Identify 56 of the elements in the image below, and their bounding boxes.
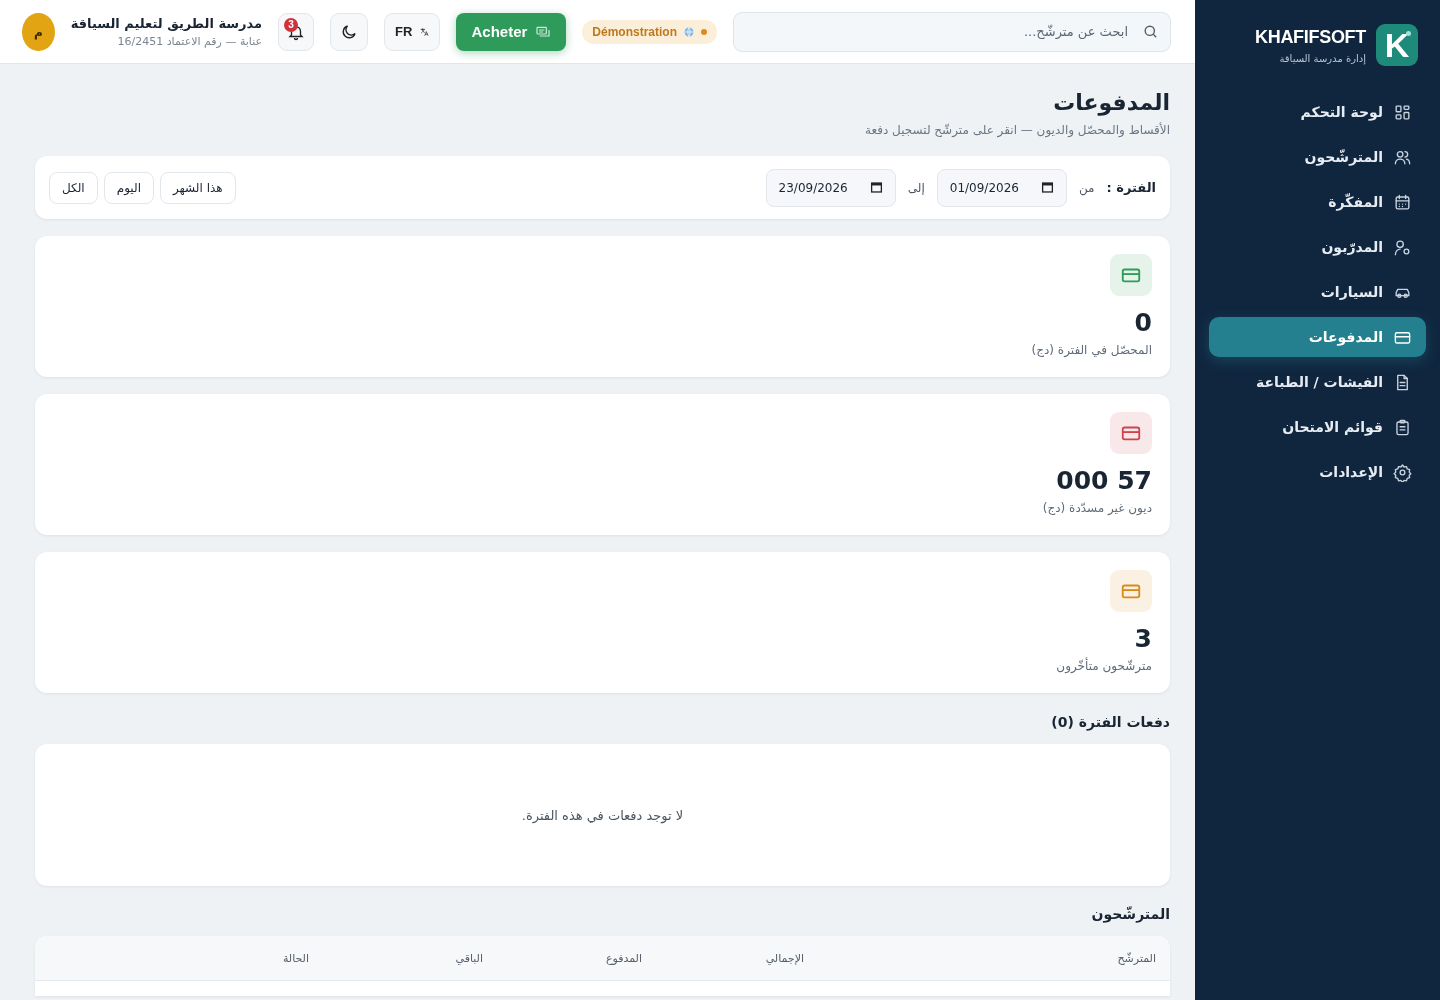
section-title: المترشّحون <box>1090 906 1170 922</box>
notifications-button[interactable]: 3 <box>278 12 315 51</box>
column-header: الباقي <box>454 951 483 965</box>
column-header: المترشّح <box>1116 951 1156 965</box>
to-label: إلى <box>907 180 925 195</box>
section-title: دفعات الفترة (0) <box>1050 714 1170 730</box>
brand-name: KHAFIFSOFT <box>1255 26 1366 48</box>
sidebar-item[interactable]: لوحة التحكم <box>1209 92 1426 132</box>
card-icon <box>1110 254 1152 296</box>
stat-value: 0 <box>1134 308 1152 337</box>
period-button[interactable]: الكل <box>49 171 98 204</box>
sidebar-item[interactable]: الإعدادات <box>1209 452 1426 492</box>
card-icon <box>1110 570 1152 612</box>
empty-message: لا توجد دفعات في هذه الفترة. <box>521 807 684 823</box>
column-header: الحالة <box>281 951 309 965</box>
date-field[interactable]: 01/09/2026 <box>936 168 1067 207</box>
stat-label: المحصّل في الفترة (دج) <box>1031 343 1152 357</box>
settings-icon <box>1393 462 1412 482</box>
demo-badge: Démonstration <box>582 19 717 44</box>
date-field[interactable]: 23/09/2026 <box>765 168 896 207</box>
period-label: الفترة : <box>1106 180 1156 195</box>
buy-button[interactable]: Acheter <box>456 12 567 51</box>
sidebar-item[interactable]: قوائم الامتحان <box>1209 407 1426 447</box>
notification-count: 3 <box>284 17 299 32</box>
period-button[interactable]: هذا الشهر <box>159 171 236 204</box>
stat-value: 57 000 <box>1056 466 1152 495</box>
card-icon <box>1110 412 1152 454</box>
clipboard-icon <box>1393 417 1412 437</box>
avatar[interactable]: م <box>22 12 55 51</box>
grid-icon <box>1393 102 1412 122</box>
period-button[interactable]: اليوم <box>103 171 154 204</box>
logo-icon: K <box>1376 24 1418 66</box>
stat-label: ديون غير مسدّدة (دج) <box>1042 501 1152 515</box>
globe-icon <box>683 25 695 38</box>
sidebar-item[interactable]: المترشّحون <box>1209 137 1426 177</box>
school-name: مدرسة الطريق لتعليم السياقة <box>70 15 263 31</box>
school-info: عنابة — رقم الاعتماد 16/2451 <box>116 34 263 48</box>
from-label: من <box>1078 180 1095 195</box>
column-header: المدفوع <box>604 951 642 965</box>
calendar-icon <box>1393 192 1412 212</box>
language-button[interactable]: FR <box>384 12 441 51</box>
sidebar-item[interactable]: المفكّرة <box>1209 182 1426 222</box>
sidebar-item[interactable]: السيارات <box>1209 272 1426 312</box>
page-subtitle: الأقساط والمحصّل والديون — انقر على مترشّح لتسجيل دفعة <box>864 123 1170 137</box>
theme-button[interactable] <box>330 12 369 51</box>
sidebar-item[interactable]: الفيشات / الطباعة <box>1209 362 1426 402</box>
sidebar-item[interactable]: المدفوعات <box>1209 317 1426 357</box>
calendar-icon <box>869 181 883 194</box>
search-field[interactable]: ابحث عن مترشّح... <box>733 11 1171 52</box>
page-title: المدفوعات <box>1052 90 1170 115</box>
calendar-icon <box>1040 181 1054 194</box>
stat-label: مترشّحون متأخّرون <box>1056 659 1152 673</box>
brand-subtitle: إدارة مدرسة السياقة <box>1278 52 1366 64</box>
sidebar-item[interactable]: المدرّبون <box>1209 227 1426 267</box>
column-header: الإجمالي <box>764 951 804 965</box>
stat-value: 3 <box>1134 624 1152 653</box>
